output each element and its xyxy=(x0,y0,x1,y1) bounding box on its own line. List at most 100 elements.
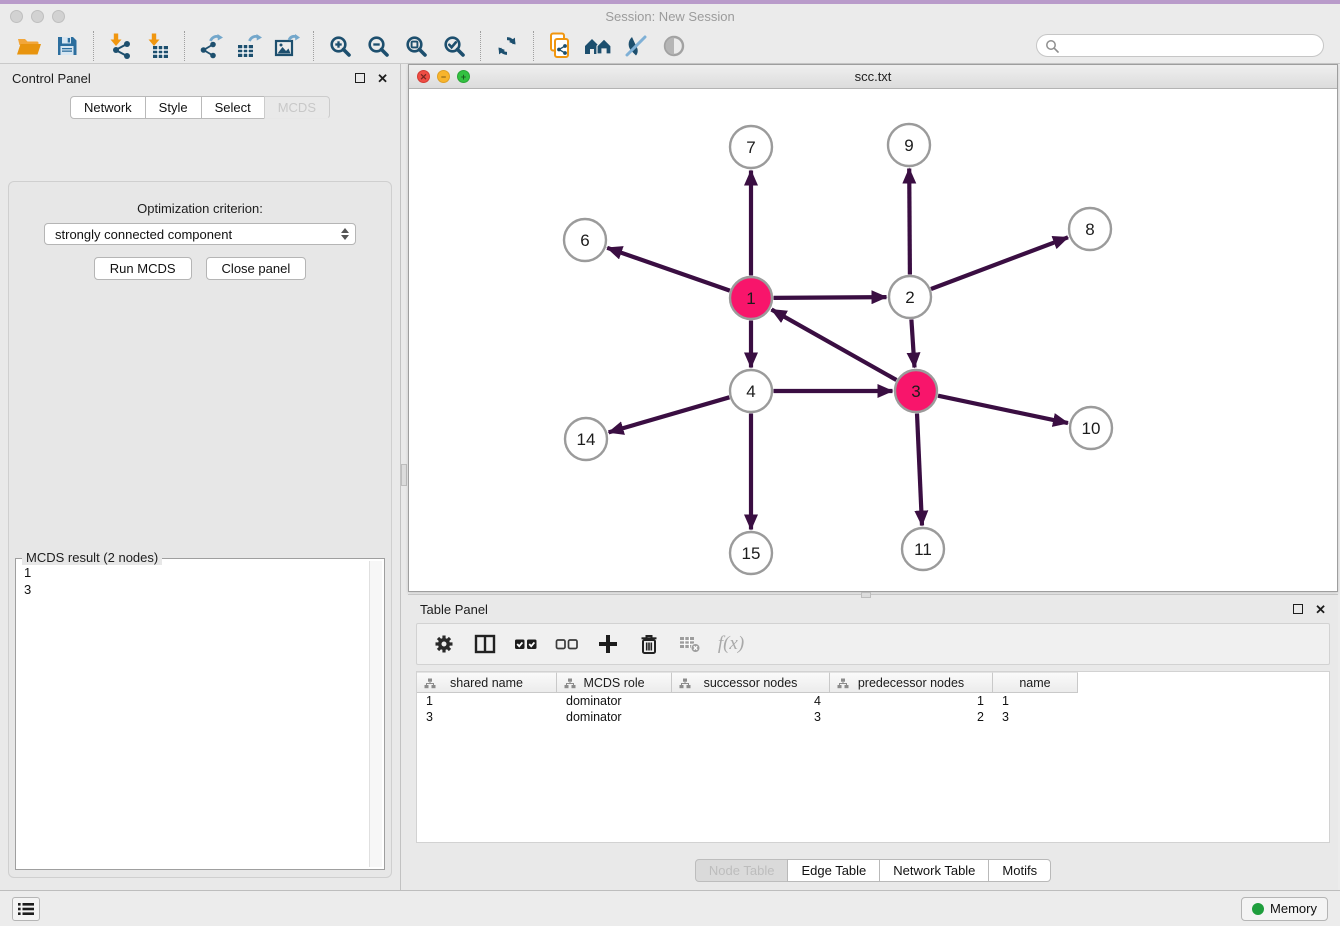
import-network-button[interactable] xyxy=(101,30,139,62)
graph-edge-2-9[interactable] xyxy=(909,169,910,275)
select-all-button[interactable] xyxy=(513,631,539,657)
graph-node-6[interactable]: 6 xyxy=(564,219,606,261)
table-tabs: Node TableEdge TableNetwork TableMotifs xyxy=(408,859,1338,882)
column-header-MCDS-role[interactable]: MCDS role xyxy=(557,672,672,693)
graph-node-11[interactable]: 11 xyxy=(902,528,944,570)
graph-node-1[interactable]: 1 xyxy=(730,277,772,319)
memory-status-icon xyxy=(1252,903,1264,915)
criterion-select[interactable]: strongly connected component xyxy=(44,223,356,245)
column-header-successor-nodes[interactable]: successor nodes xyxy=(672,672,830,693)
graph-node-3[interactable]: 3 xyxy=(895,370,937,412)
result-scrollbar[interactable] xyxy=(369,561,382,867)
zoom-in-button[interactable] xyxy=(321,30,359,62)
table-panel: Table Panel ✕ xyxy=(408,594,1338,890)
search-input[interactable] xyxy=(1059,38,1315,53)
refresh-button[interactable] xyxy=(488,30,526,62)
cp-tab-network[interactable]: Network xyxy=(70,96,146,119)
graph-node-2[interactable]: 2 xyxy=(889,276,931,318)
column-header-shared-name[interactable]: shared name xyxy=(417,672,557,693)
graph-node-10[interactable]: 10 xyxy=(1070,407,1112,449)
add-column-button[interactable] xyxy=(595,631,621,657)
splitter-grip[interactable] xyxy=(401,464,407,486)
graph-edge-1-2[interactable] xyxy=(774,297,887,298)
table-tab-edge-table[interactable]: Edge Table xyxy=(787,859,880,882)
table-settings-button[interactable] xyxy=(431,631,457,657)
zoom-fit-button[interactable] xyxy=(397,30,435,62)
main-toolbar xyxy=(0,28,1340,64)
graph-edge-3-10[interactable] xyxy=(938,396,1068,423)
network-canvas[interactable]: 7 9 6 8 1 2 4 3 14 10 15 11 xyxy=(409,89,1337,591)
graph-edge-4-14[interactable] xyxy=(609,397,730,432)
memory-button[interactable]: Memory xyxy=(1241,897,1328,921)
run-mcds-button[interactable]: Run MCDS xyxy=(94,257,192,280)
zoom-out-button[interactable] xyxy=(359,30,397,62)
export-image-button[interactable] xyxy=(268,30,306,62)
save-session-button[interactable] xyxy=(48,30,86,62)
graph-node-7[interactable]: 7 xyxy=(730,126,772,168)
show-columns-button[interactable] xyxy=(472,631,498,657)
open-session-button[interactable] xyxy=(10,30,48,62)
trash-icon xyxy=(638,633,660,655)
table-row[interactable]: 1dominator411 xyxy=(417,693,1329,709)
graph-edge-2-3[interactable] xyxy=(911,320,914,368)
zoom-selected-button[interactable] xyxy=(435,30,473,62)
paintbrush-slash-icon xyxy=(623,33,649,59)
import-network-icon xyxy=(107,33,133,59)
deselect-all-button[interactable] xyxy=(554,631,580,657)
zoom-fit-icon xyxy=(404,34,428,58)
import-table-icon xyxy=(145,33,171,59)
graph-edge-3-11[interactable] xyxy=(917,414,922,526)
export-table-button[interactable] xyxy=(230,30,268,62)
export-network-icon xyxy=(198,33,224,59)
horizontal-splitter-grip[interactable] xyxy=(861,592,871,598)
table-row[interactable]: 3dominator323 xyxy=(417,709,1329,725)
task-history-button[interactable] xyxy=(12,897,40,921)
svg-text:15: 15 xyxy=(742,544,761,563)
column-header-predecessor-nodes[interactable]: predecessor nodes xyxy=(830,672,993,693)
graph-node-14[interactable]: 14 xyxy=(565,418,607,460)
contrast-circle-icon xyxy=(661,33,687,59)
optimization-criterion-label: Optimization criterion: xyxy=(9,201,391,216)
clone-network-button[interactable] xyxy=(541,30,579,62)
zoom-out-icon xyxy=(366,34,390,58)
table-cell: 1 xyxy=(830,694,993,708)
delete-column-button[interactable] xyxy=(636,631,662,657)
table-tab-network-table[interactable]: Network Table xyxy=(879,859,989,882)
export-network-button[interactable] xyxy=(192,30,230,62)
vertical-splitter[interactable] xyxy=(401,64,408,890)
graph-node-4[interactable]: 4 xyxy=(730,370,772,412)
graph-node-9[interactable]: 9 xyxy=(888,124,930,166)
float-panel-icon[interactable] xyxy=(355,73,365,83)
checked-checkboxes-icon xyxy=(514,633,538,655)
svg-text:3: 3 xyxy=(911,382,920,401)
graph-edge-1-6[interactable] xyxy=(607,248,730,291)
node-table-body: 1dominator4113dominator323 xyxy=(417,693,1329,725)
float-table-panel-icon[interactable] xyxy=(1293,604,1303,614)
close-panel-button[interactable]: Close panel xyxy=(206,257,307,280)
cp-tab-style[interactable]: Style xyxy=(145,96,202,119)
table-toolbar: f(x) xyxy=(416,623,1330,665)
close-table-panel-icon[interactable]: ✕ xyxy=(1315,603,1326,616)
table-tab-motifs[interactable]: Motifs xyxy=(988,859,1051,882)
contrast-button[interactable] xyxy=(655,30,693,62)
close-panel-icon[interactable]: ✕ xyxy=(377,72,388,85)
search-box xyxy=(1036,34,1324,57)
function-builder-button[interactable]: f(x) xyxy=(718,631,744,657)
table-cell: dominator xyxy=(557,710,672,724)
toolbar-separator xyxy=(480,31,481,61)
graph-edge-2-8[interactable] xyxy=(931,237,1068,289)
control-panel-header: Control Panel ✕ xyxy=(0,64,400,92)
export-image-icon xyxy=(274,33,300,59)
delete-table-button[interactable] xyxy=(677,631,703,657)
column-header-name[interactable]: name xyxy=(993,672,1078,693)
style-slash-button[interactable] xyxy=(617,30,655,62)
cp-tab-mcds[interactable]: MCDS xyxy=(264,96,330,119)
graph-node-15[interactable]: 15 xyxy=(730,532,772,574)
graph-edge-3-1[interactable] xyxy=(772,310,897,381)
graph-node-8[interactable]: 8 xyxy=(1069,208,1111,250)
columns-icon xyxy=(474,633,496,655)
houses-button[interactable] xyxy=(579,30,617,62)
table-tab-node-table[interactable]: Node Table xyxy=(695,859,789,882)
import-table-button[interactable] xyxy=(139,30,177,62)
cp-tab-select[interactable]: Select xyxy=(201,96,265,119)
